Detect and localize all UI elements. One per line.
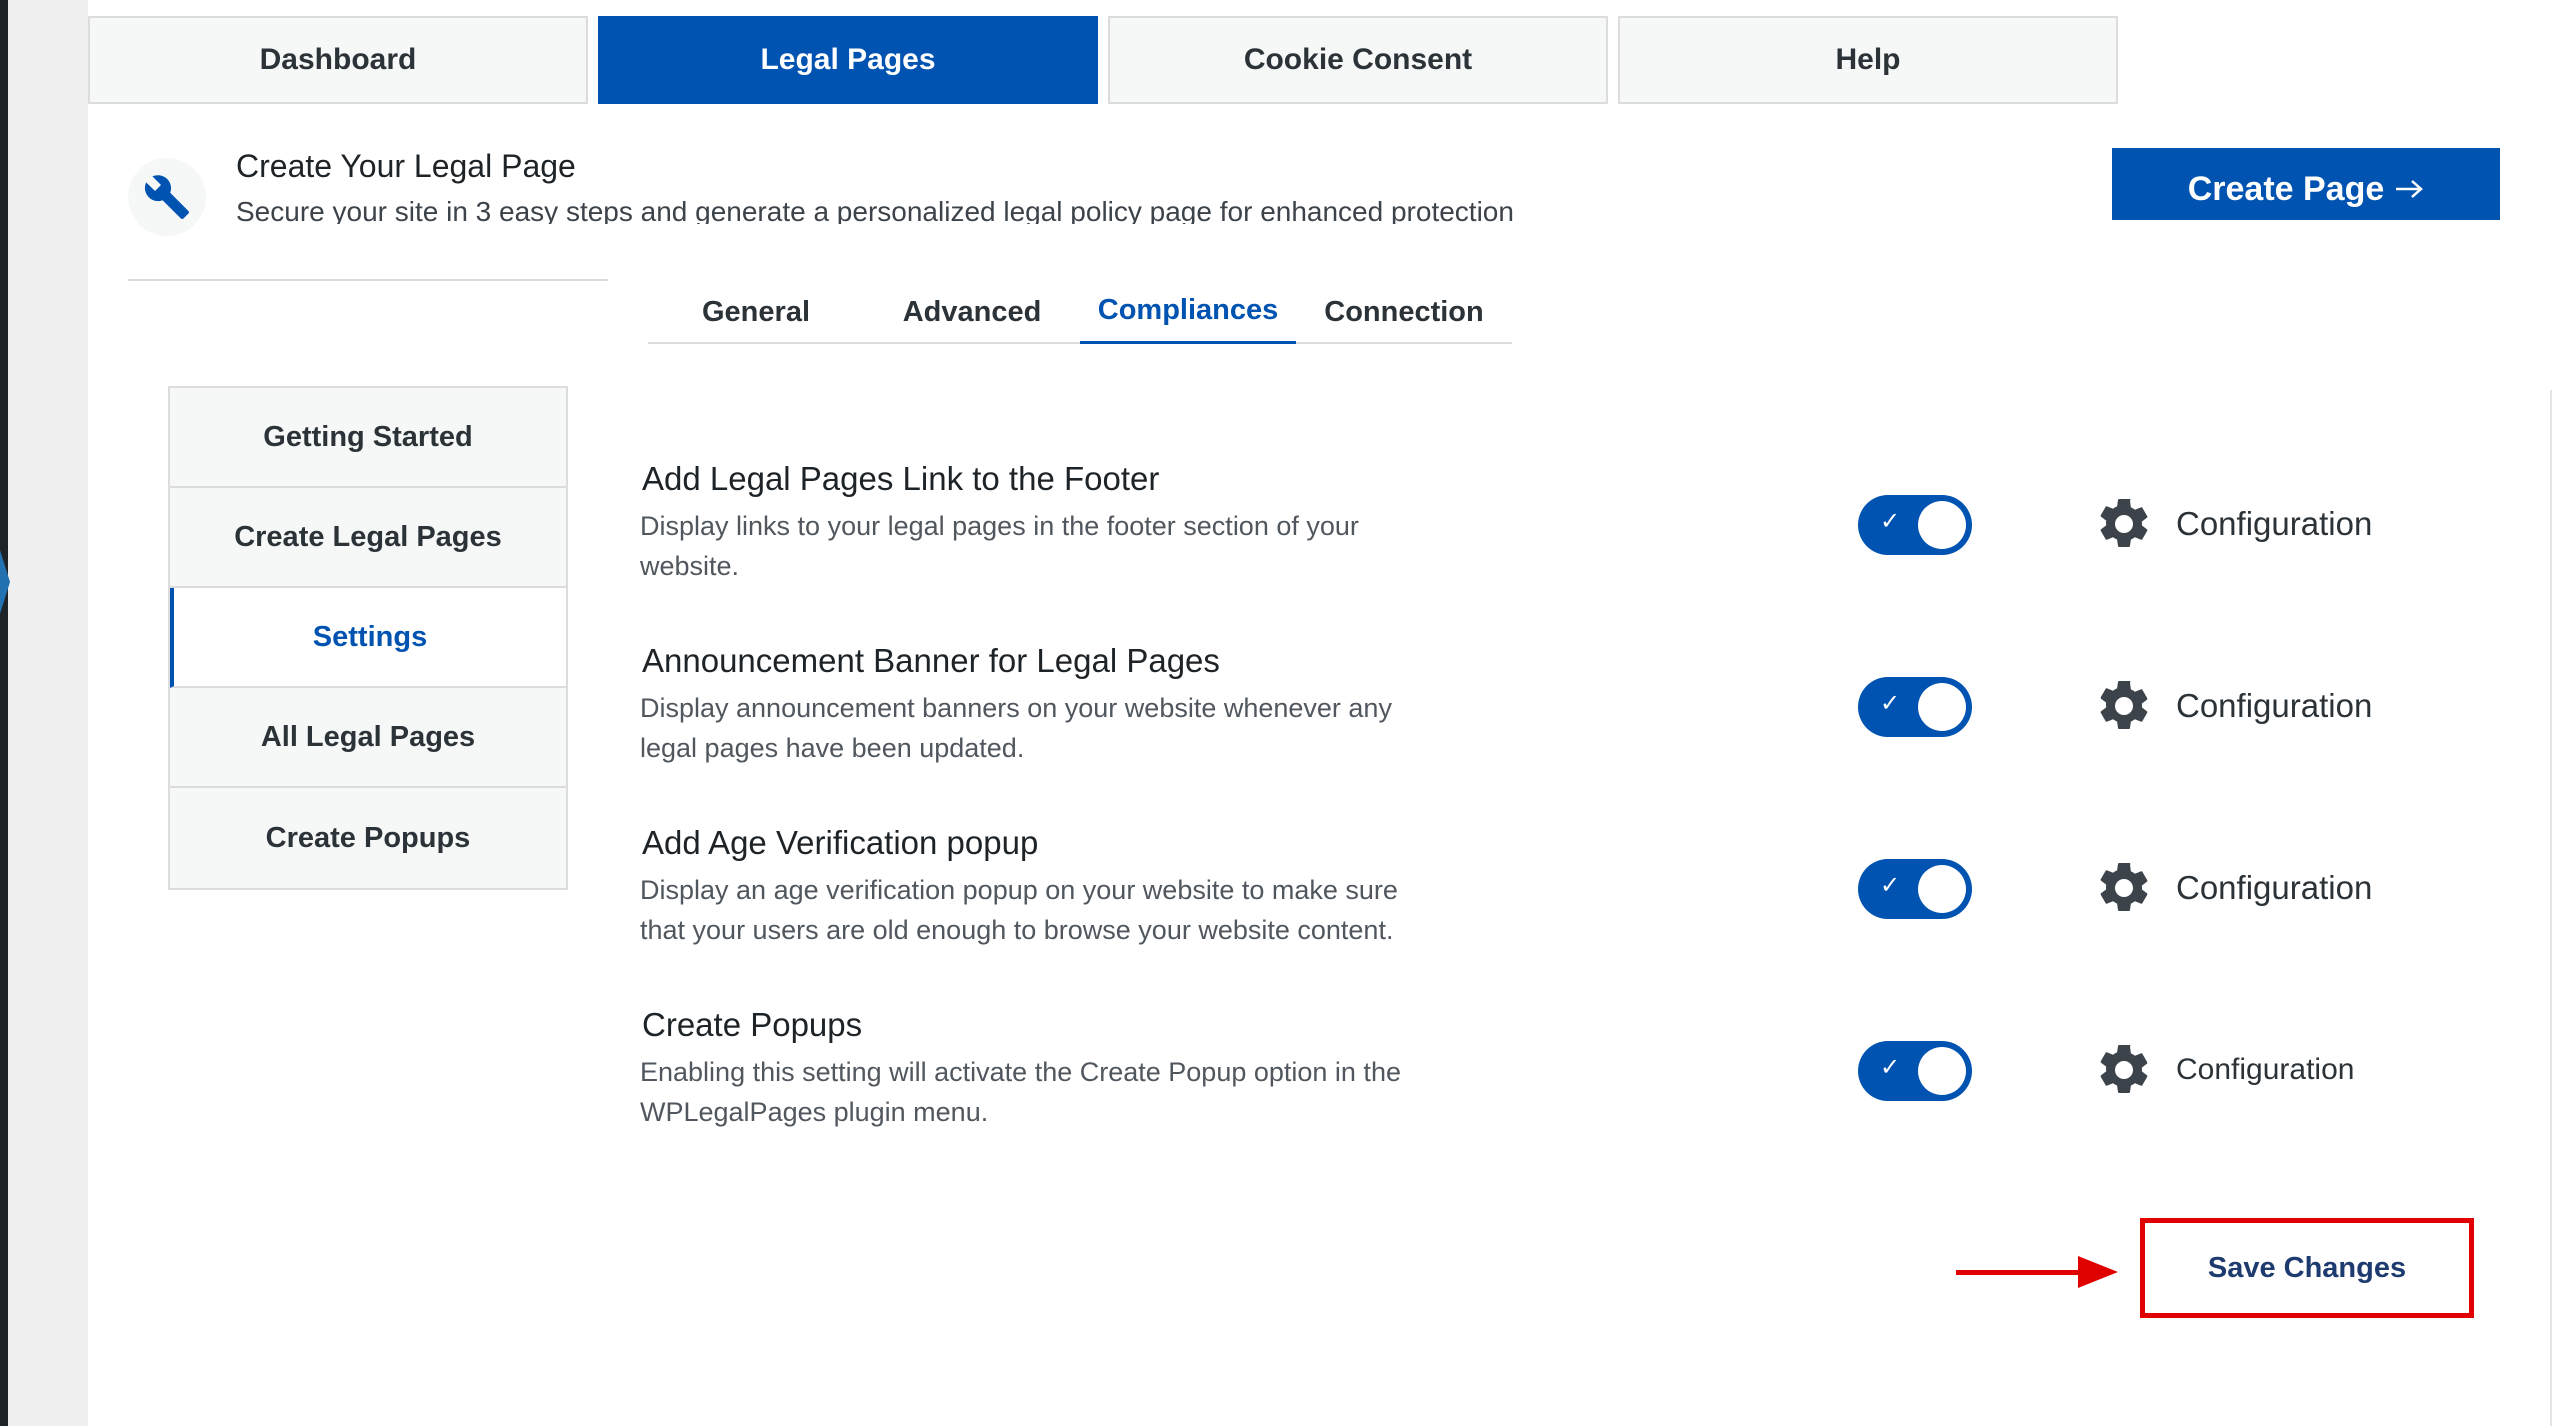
check-icon: ✓ — [1880, 872, 1901, 899]
configuration-announcement-banner[interactable]: Configuration — [2094, 674, 2372, 738]
side-menu-create-legal-pages[interactable]: Create Legal Pages — [170, 488, 566, 588]
check-icon: ✓ — [1880, 508, 1901, 535]
setting-title-announcement-banner: Announcement Banner for Legal Pages — [642, 642, 1220, 679]
side-menu: Getting Started Create Legal Pages Setti… — [168, 386, 568, 890]
annotation-arrow-head — [2078, 1256, 2118, 1288]
configuration-label: Configuration — [2176, 869, 2373, 906]
check-icon: ✓ — [1880, 690, 1901, 717]
check-icon: ✓ — [1880, 1054, 1901, 1081]
configuration-label: Configuration — [2176, 1053, 2355, 1086]
toggle-knob — [1918, 683, 1966, 731]
page-subtitle: Secure your site in 3 easy steps and gen… — [236, 196, 1514, 224]
setting-desc-create-popups: Enabling this setting will activate the … — [640, 1057, 1401, 1127]
toggle-knob — [1918, 1047, 1966, 1095]
configuration-age-verification[interactable]: Configuration — [2094, 856, 2372, 920]
wrench-icon-badge — [128, 158, 206, 236]
configuration-label: Configuration — [2176, 687, 2373, 724]
scrollbar-track — [2550, 390, 2552, 1426]
side-menu-settings[interactable]: Settings — [170, 588, 566, 688]
tab-cookie-consent[interactable]: Cookie Consent — [1108, 16, 1608, 104]
setting-title-footer-link: Add Legal Pages Link to the Footer — [642, 460, 1160, 497]
subtab-general[interactable]: General — [648, 280, 864, 344]
page-subtitle-wrapper: Secure your site in 3 easy steps and gen… — [236, 194, 1596, 224]
header-divider — [128, 279, 608, 281]
gear-icon — [2100, 498, 2148, 547]
toggle-create-popups[interactable]: ✓ — [1858, 1041, 1972, 1101]
toggle-knob — [1918, 865, 1966, 913]
admin-sidebar-gutter — [8, 0, 88, 1426]
side-menu-all-legal-pages[interactable]: All Legal Pages — [170, 688, 566, 788]
page-title: Create Your Legal Page — [236, 148, 576, 184]
admin-sidebar-edge — [0, 0, 8, 1426]
toggle-age-verification[interactable]: ✓ — [1858, 859, 1972, 919]
create-page-label: Create Page — [2187, 169, 2385, 208]
setting-desc-announcement-banner: Display announcement banners on your web… — [640, 693, 1392, 763]
side-menu-getting-started[interactable]: Getting Started — [170, 388, 566, 488]
side-menu-create-popups[interactable]: Create Popups — [170, 788, 566, 888]
gear-icon — [2100, 1044, 2148, 1093]
gear-icon — [2100, 680, 2148, 729]
toggle-knob — [1918, 501, 1966, 549]
wrench-icon — [144, 175, 189, 219]
create-page-button[interactable]: Create Page — [2112, 148, 2500, 220]
subtab-compliances[interactable]: Compliances — [1080, 280, 1296, 344]
settings-subtabs: General Advanced Compliances Connection — [648, 280, 1512, 344]
toggle-footer-link[interactable]: ✓ — [1858, 495, 1972, 555]
tab-legal-pages[interactable]: Legal Pages — [598, 16, 1098, 104]
configuration-footer-link[interactable]: Configuration — [2094, 492, 2372, 556]
annotation-arrow-line — [1956, 1270, 2080, 1275]
configuration-create-popups[interactable]: Configuration — [2094, 1038, 2354, 1102]
tab-dashboard[interactable]: Dashboard — [88, 16, 588, 104]
admin-menu-current-indicator — [0, 550, 10, 614]
arrow-right-icon — [2396, 180, 2424, 198]
subtab-advanced[interactable]: Advanced — [864, 280, 1080, 344]
setting-desc-footer-link: Display links to your legal pages in the… — [640, 511, 1359, 581]
configuration-label: Configuration — [2176, 505, 2373, 542]
setting-title-age-verification: Add Age Verification popup — [642, 824, 1039, 861]
gear-icon — [2100, 862, 2148, 911]
setting-title-create-popups: Create Popups — [642, 1006, 863, 1043]
subtab-connection[interactable]: Connection — [1296, 280, 1512, 344]
save-changes-button[interactable]: Save Changes — [2140, 1218, 2474, 1318]
tab-help[interactable]: Help — [1618, 16, 2118, 104]
toggle-announcement-banner[interactable]: ✓ — [1858, 677, 1972, 737]
setting-desc-age-verification: Display an age verification popup on you… — [640, 875, 1398, 945]
